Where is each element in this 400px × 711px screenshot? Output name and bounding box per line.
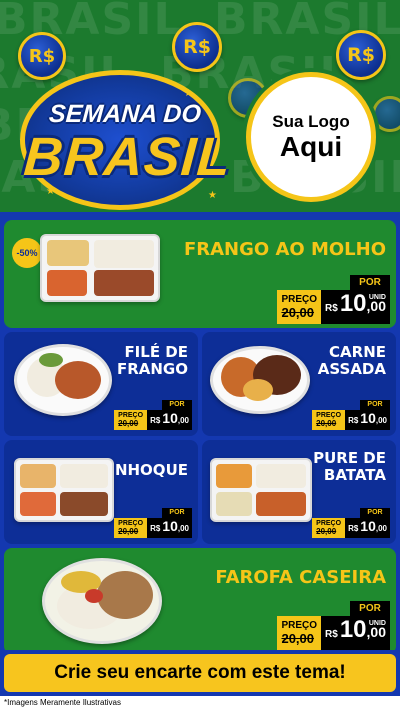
food-image <box>42 558 162 644</box>
product-card-carne-assada[interactable]: CARNE ASSADA PREÇO 20,00 POR R$ 10 ,00 <box>202 332 396 436</box>
product-card-farofa-caseira[interactable]: FAROFA CASEIRA PREÇO 20,00 POR R$ 10 ,00… <box>4 548 396 654</box>
price-tag: PREÇO 20,00 POR R$ 10 ,00 <box>114 508 192 538</box>
food-image <box>210 458 312 522</box>
cta-banner[interactable]: Crie seu encarte com este tema! <box>4 654 396 692</box>
logo-text-line-2: Aqui <box>279 130 343 162</box>
old-price: PREÇO 20,00 <box>277 290 322 324</box>
logo-text-line-1: Sua Logo <box>272 111 350 131</box>
title-line-2: BRASIL <box>21 127 234 187</box>
price-tag: PREÇO 20,00 POR R$ 10 ,00 UNID <box>277 275 390 324</box>
product-card-pure-de-batata[interactable]: PURE DE BATATA PREÇO 20,00 POR R$ 10 ,00 <box>202 440 396 544</box>
product-name: CARNE ASSADA <box>317 343 386 379</box>
star-icon: ★ <box>208 190 217 201</box>
food-image <box>14 344 112 416</box>
food-image <box>210 346 310 414</box>
price-tag: PREÇO 20,00 POR R$ 10 ,00 <box>114 400 192 430</box>
star-icon: ★ <box>46 186 55 197</box>
price-tag: PREÇO 20,00 POR R$ 10 ,00 UNID <box>277 601 390 650</box>
product-name: PURE DE BATATA <box>313 449 386 485</box>
logo-placeholder[interactable]: Sua Logo Aqui <box>246 72 376 202</box>
new-price: POR R$ 10 ,00 UNID <box>321 275 390 324</box>
product-name: FAROFA CASEIRA <box>215 567 386 588</box>
title-line-1: SEMANA DO <box>48 100 202 128</box>
coin-icon <box>372 96 400 132</box>
coin-icon: R$ <box>172 22 222 72</box>
coin-icon: R$ <box>18 32 66 80</box>
product-name: NHOQUE <box>114 461 188 479</box>
product-card-frango-ao-molho[interactable]: -50% FRANGO AO MOLHO PREÇO 20,00 POR R$ … <box>4 220 396 328</box>
coin-icon: R$ <box>336 30 386 80</box>
product-name: FILÉ DE FRANGO <box>116 343 188 379</box>
star-icon: ★ <box>184 88 193 99</box>
product-name: FRANGO AO MOLHO <box>183 239 386 260</box>
price-tag: PREÇO 20,00 POR R$ 10 ,00 <box>312 400 390 430</box>
header-banner: BRASIL BRASIL BRASIL BRASIL BRASIL BRASI… <box>0 0 400 212</box>
price-tag: PREÇO 20,00 POR R$ 10 ,00 <box>312 508 390 538</box>
disclaimer-text: *Imagens Meramente Ilustrativas <box>4 698 121 707</box>
product-card-nhoque[interactable]: NHOQUE PREÇO 20,00 POR R$ 10 ,00 <box>4 440 198 544</box>
food-image <box>14 458 114 522</box>
product-list: -50% FRANGO AO MOLHO PREÇO 20,00 POR R$ … <box>0 212 400 658</box>
food-image <box>40 234 160 302</box>
discount-badge: -50% <box>12 238 42 268</box>
product-card-file-de-frango[interactable]: FILÉ DE FRANGO PREÇO 20,00 POR R$ 10 ,00 <box>4 332 198 436</box>
